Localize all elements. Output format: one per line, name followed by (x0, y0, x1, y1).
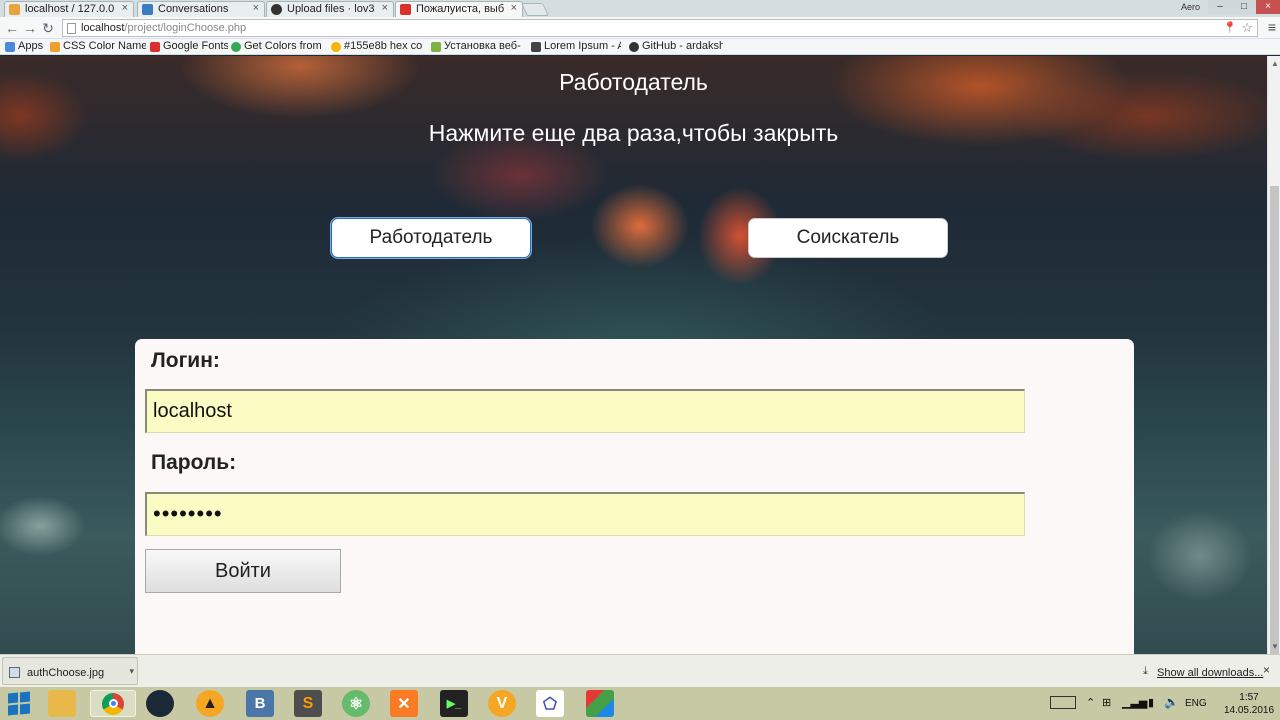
url-host: localhost (81, 22, 125, 34)
menu-icon[interactable]: ≡ (1268, 19, 1276, 35)
close-icon[interactable]: × (122, 2, 128, 14)
show-hidden-icons[interactable]: ⌃ (1086, 696, 1095, 709)
page-icon (400, 4, 411, 15)
google-fonts-icon (150, 42, 160, 52)
page-scrollbar[interactable]: ▲ ▼ (1267, 56, 1280, 656)
submit-button[interactable]: Войти (145, 549, 341, 593)
conversations-icon (142, 4, 153, 15)
vivaldi-icon[interactable]: V (488, 690, 516, 717)
aimp-icon[interactable]: ▲ (196, 690, 224, 717)
bookmark-get-colors[interactable]: Get Colors from (231, 40, 323, 52)
password-input[interactable]: •••••••• (145, 492, 1025, 536)
reload-icon[interactable]: ↻ (40, 20, 56, 36)
terminal-icon[interactable]: ▶_ (440, 690, 468, 717)
battery-icon[interactable]: ▮ (1148, 696, 1154, 709)
xampp-icon[interactable]: ✕ (390, 690, 418, 717)
windows-flag-icon[interactable]: ⊞ (1102, 696, 1111, 709)
downloads-bar: authChoose.jpg ▾ ⤓ Show all downloads...… (0, 654, 1280, 687)
close-icon[interactable]: × (511, 2, 517, 14)
css-icon (50, 42, 60, 52)
bookmark-apps[interactable]: Apps (5, 40, 47, 52)
bookmark-google-fonts[interactable]: Google Fonts (150, 40, 228, 52)
volume-icon[interactable]: 🔈 (1164, 695, 1179, 709)
app-icon[interactable]: ⬠ (536, 690, 564, 717)
close-icon[interactable]: × (1263, 663, 1270, 677)
role-title: Работодатель (559, 69, 708, 95)
forward-icon[interactable]: → (22, 20, 38, 36)
location-icon[interactable]: 📍 (1223, 21, 1237, 34)
browser-toolbar: ← → ↻ localhost/project/loginChoose.php … (0, 17, 1280, 39)
bookmark-hex-color[interactable]: #155e8b hex colo (331, 40, 423, 52)
close-icon[interactable]: × (382, 2, 388, 14)
file-explorer-icon[interactable] (48, 690, 76, 717)
login-label: Логин: (151, 349, 220, 372)
password-label: Пароль: (151, 451, 237, 474)
window-controls: – □ × (1208, 0, 1280, 14)
download-filename: authChoose.jpg (27, 667, 105, 679)
close-window-icon[interactable]: × (1256, 0, 1280, 14)
clock-date: 14.05.2016 (1223, 705, 1275, 716)
rubiks-cube-icon[interactable] (586, 690, 614, 717)
windows-start-icon[interactable] (8, 691, 30, 716)
atom-icon[interactable]: ⚛ (342, 690, 370, 717)
tab-phpmyadmin[interactable]: localhost / 127.0.0.1 × (4, 1, 134, 17)
phpmyadmin-icon (9, 4, 20, 15)
seeker-button[interactable]: Соискатель (748, 218, 948, 258)
language-indicator[interactable]: ENG (1185, 698, 1207, 709)
bookmark-css-colors[interactable]: CSS Color Names (50, 40, 146, 52)
network-icon[interactable]: ▁▃▅ (1122, 696, 1147, 709)
tab-bar: localhost / 127.0.0.1 × Conversations × … (0, 0, 1280, 17)
hex-icon (331, 42, 341, 52)
clock-time: 1:57 (1239, 692, 1259, 703)
profile-label: Aero (1180, 2, 1200, 12)
new-tab-button[interactable] (520, 3, 550, 16)
page-viewport: Работодатель Нажмите еще два раза,чтобы … (0, 56, 1267, 654)
tab-active-page[interactable]: Пожалуиста, выбер × (395, 1, 523, 17)
back-icon[interactable]: ← (4, 20, 20, 36)
tab-upload-files[interactable]: Upload files · lov3sk × (266, 1, 394, 17)
download-item[interactable]: authChoose.jpg ▾ (2, 657, 138, 685)
apps-icon (5, 42, 15, 52)
clock[interactable]: 1:57 14.05.2016 (1218, 691, 1280, 717)
url-path: /project/loginChoose.php (124, 22, 247, 34)
bookmarks-bar: Apps CSS Color Names Google Fonts Get Co… (0, 39, 1280, 55)
colors-icon (231, 42, 241, 52)
chevron-down-icon[interactable]: ▾ (129, 666, 134, 677)
close-hint: Нажмите еще два раза,чтобы закрыть (428, 120, 839, 146)
bookmark-star-icon[interactable]: ☆ (1241, 20, 1253, 36)
taskbar: ▲ B S ⚛ ✕ ▶_ V ⬠ ⌃ ⊞ ▁▃▅ ▮ 🔈 ENG 1:57 14… (0, 687, 1280, 720)
show-all-downloads-link[interactable]: Show all downloads... (1157, 667, 1263, 679)
keyboard-icon[interactable] (1050, 696, 1076, 709)
image-file-icon (9, 667, 20, 678)
github-icon (271, 4, 282, 15)
scroll-up-icon[interactable]: ▲ (1271, 59, 1279, 68)
tab-conversations[interactable]: Conversations × (137, 1, 265, 17)
page-icon (67, 23, 76, 34)
login-input[interactable]: localhost (145, 389, 1025, 433)
download-icon: ⤓ (1143, 665, 1148, 677)
address-bar[interactable]: localhost/project/loginChoose.php 📍 ☆ (62, 19, 1258, 37)
bookmark-web-setup[interactable]: Установка веб-с (431, 40, 521, 52)
maximize-icon[interactable]: □ (1232, 0, 1256, 14)
steam-icon[interactable] (146, 690, 174, 717)
lorem-icon (531, 42, 541, 52)
web-icon (431, 42, 441, 52)
sublime-text-icon[interactable]: S (294, 690, 322, 717)
bookmark-github[interactable]: GitHub - ardaksh (629, 40, 723, 52)
scroll-down-icon[interactable]: ▼ (1271, 642, 1279, 651)
vk-icon[interactable]: B (246, 690, 274, 717)
login-form-panel: Логин: localhost Пароль: •••••••• Войти (135, 339, 1134, 654)
scrollbar-thumb[interactable] (1270, 186, 1279, 656)
chrome-icon[interactable] (90, 690, 136, 717)
close-icon[interactable]: × (253, 2, 259, 14)
github-icon (629, 42, 639, 52)
minimize-icon[interactable]: – (1208, 0, 1232, 14)
employer-button[interactable]: Работодатель (331, 218, 531, 258)
bookmark-lorem-ipsum[interactable]: Lorem Ipsum - Al (531, 40, 621, 52)
